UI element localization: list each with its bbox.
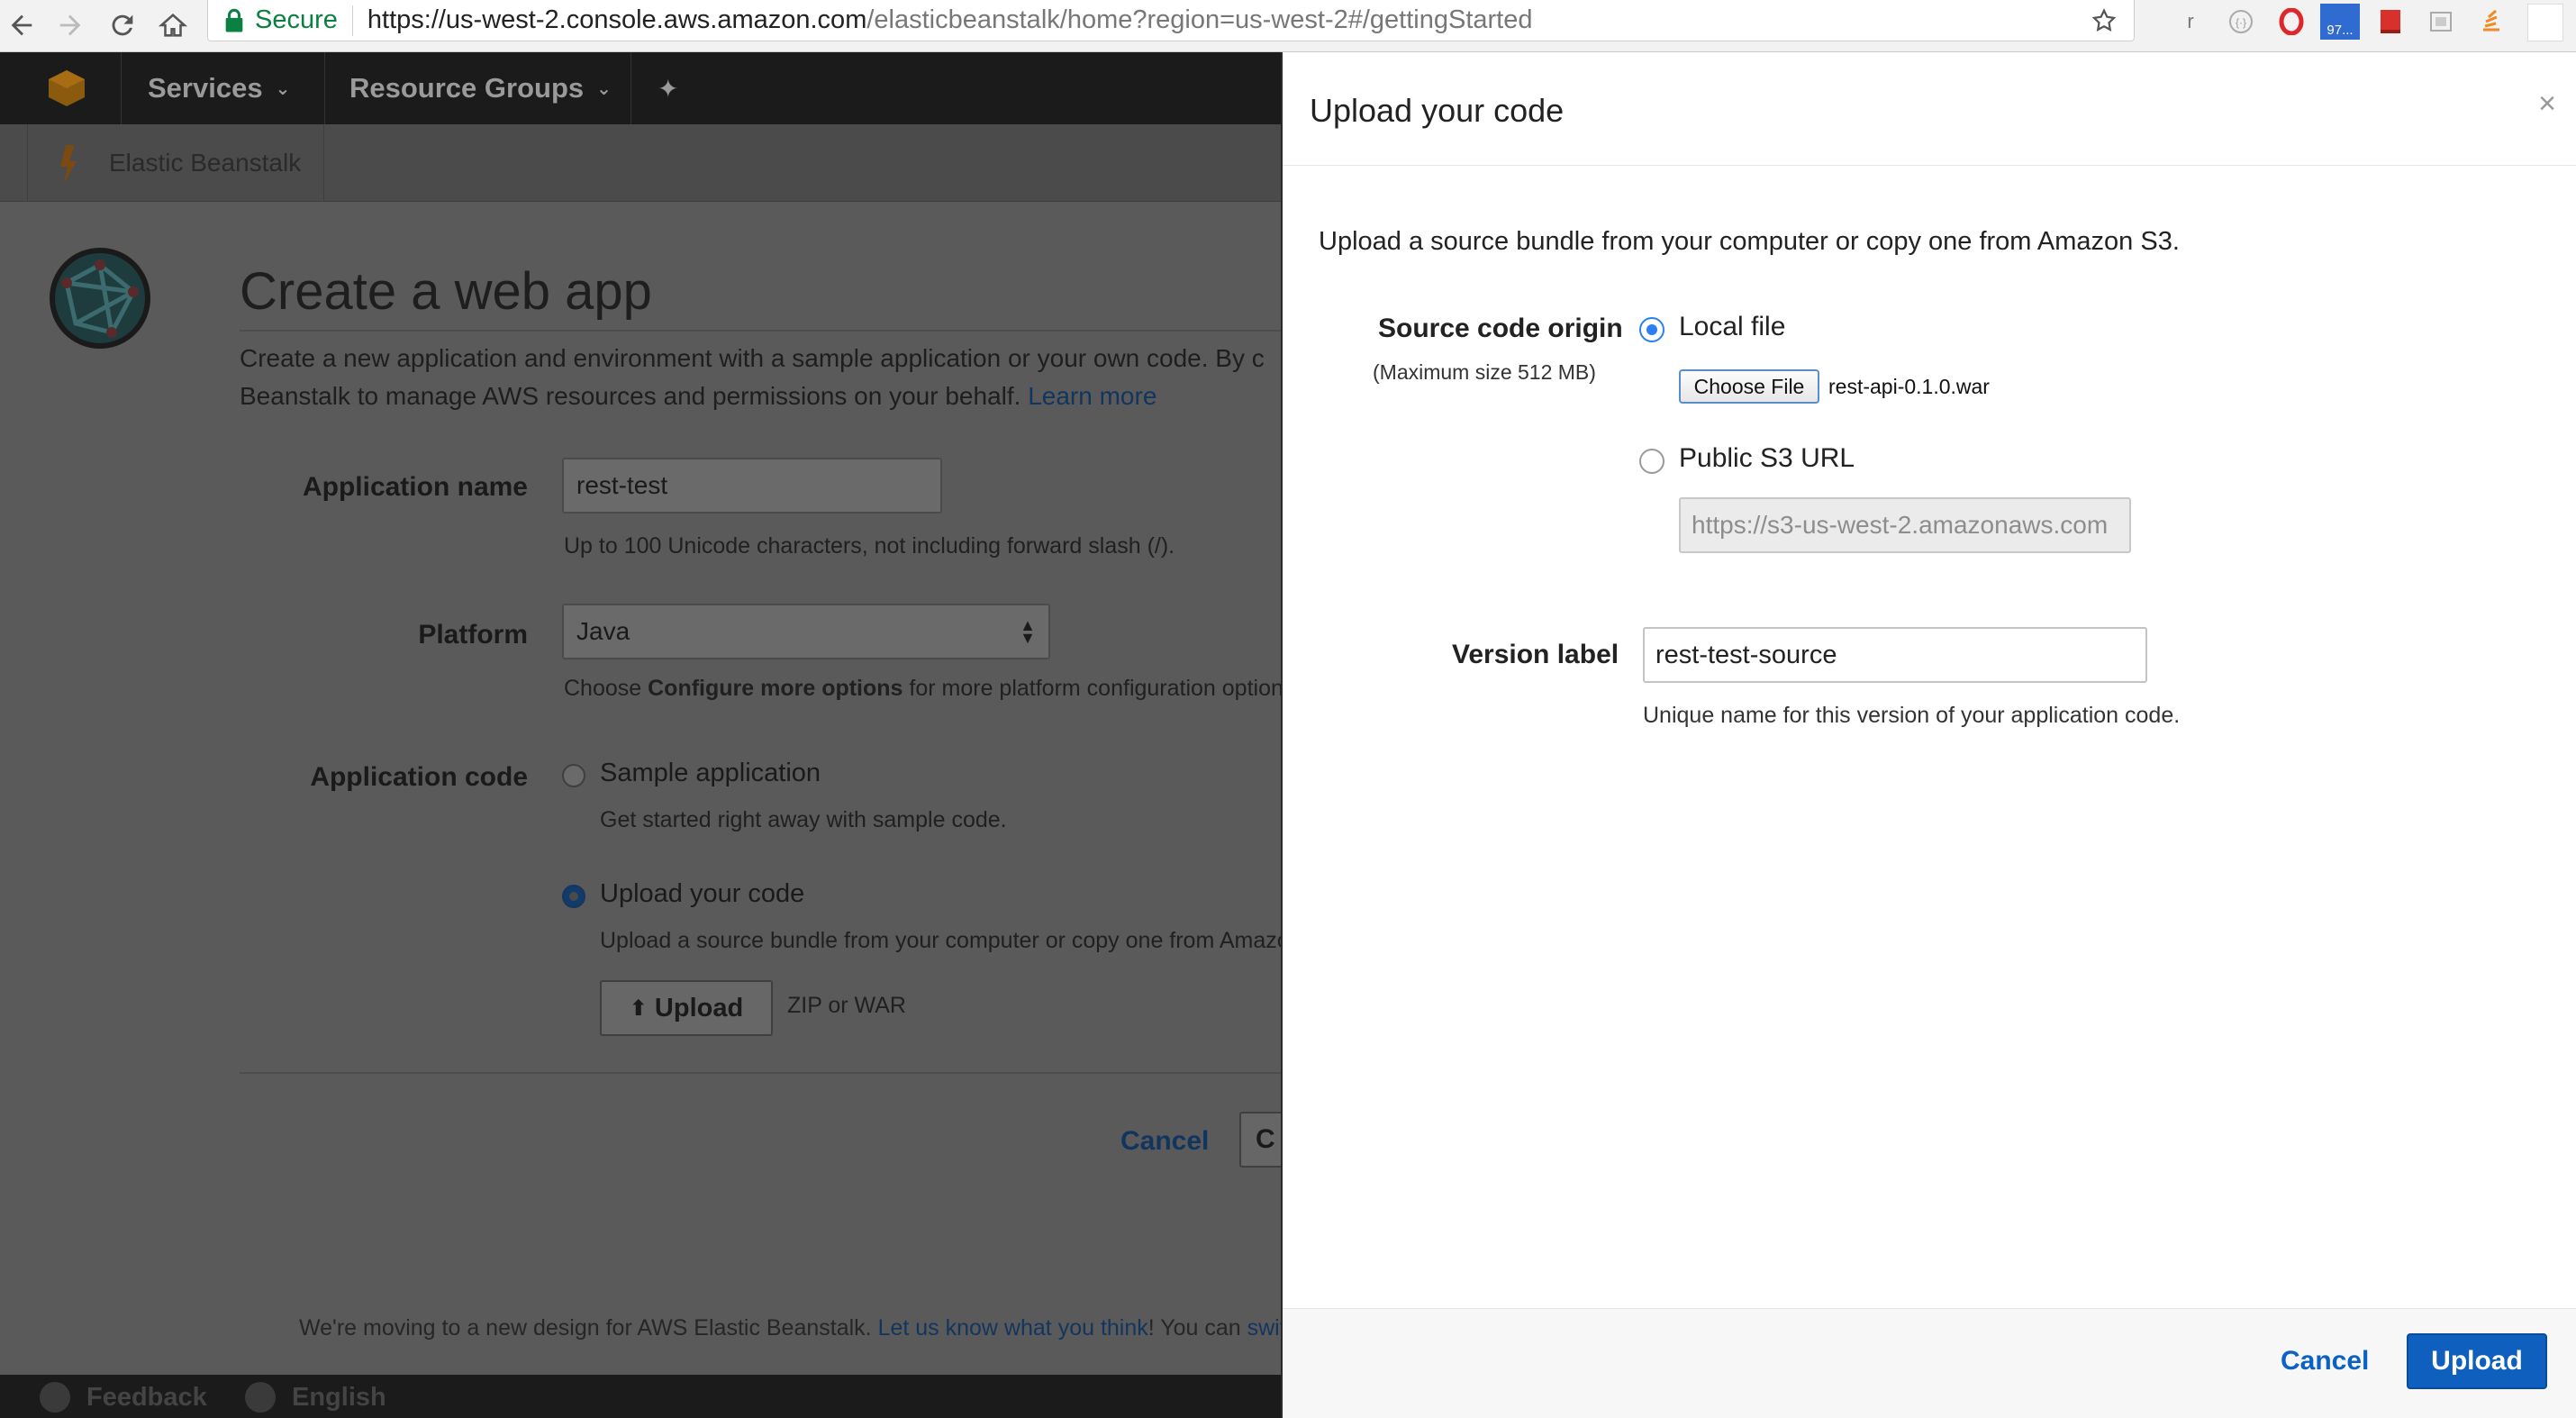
public-s3-url-label: Public S3 URL (1679, 443, 1855, 473)
chevron-down-icon: ⌄ (596, 78, 612, 99)
source-origin-sublabel: (Maximum size 512 MB) (1373, 360, 1596, 384)
version-label-input[interactable]: rest-test-source (1643, 627, 2147, 683)
upload-code-help: Upload a source bundle from your compute… (600, 928, 1302, 953)
page-intro-line1: Create a new application and environment… (240, 344, 1265, 372)
browser-toolbar: Secure https://us-west-2.console.aws.ama… (0, 0, 2576, 52)
sample-app-label: Sample application (600, 759, 821, 787)
platform-help: Choose Configure more options for more p… (564, 676, 1301, 702)
version-label: Version label (1452, 640, 1619, 669)
services-label: Services (148, 72, 263, 104)
extension-grid-icon[interactable] (2425, 5, 2457, 38)
url-host: https://us-west-2.console.aws.amazon.com (367, 5, 867, 34)
title-divider (240, 330, 1281, 332)
intro-text: Beanstalk to manage AWS resources and pe… (240, 382, 1021, 410)
resource-groups-label: Resource Groups (349, 72, 585, 104)
dialog-upload-button[interactable]: Upload (2407, 1333, 2547, 1389)
address-divider (351, 5, 353, 36)
chevron-down-icon: ⌄ (275, 78, 291, 99)
feedback-label: Feedback (86, 1382, 207, 1412)
platform-select[interactable]: Java ▲ ▼ (562, 604, 1050, 659)
dialog-title: Upload your code (1310, 92, 1565, 129)
app-name-input[interactable]: rest-test (562, 458, 942, 514)
local-file-label: Local file (1679, 312, 1786, 341)
app-name-help: Up to 100 Unicode characters, not includ… (564, 533, 1175, 559)
redesign-banner: We're moving to a new design for AWS Ela… (299, 1315, 1310, 1341)
language-selector[interactable]: English (245, 1382, 386, 1413)
page-title: Create a web app (240, 262, 652, 321)
upload-code-dialog: Upload your code × Upload a source bundl… (1281, 52, 2576, 1418)
url-path: /elasticbeanstalk/home?region=us-west-2#… (866, 5, 1533, 34)
select-arrows-icon: ▲ ▼ (1020, 616, 1036, 647)
platform-help-suffix: for more platform configuration options. (909, 676, 1302, 701)
extension-badge-icon[interactable]: 97... (2318, 4, 2362, 40)
upload-code-radio[interactable] (562, 885, 585, 908)
learn-more-link[interactable]: Learn more (1028, 382, 1156, 410)
platform-label: Platform (418, 620, 528, 650)
version-label-help: Unique name for this version of your app… (1643, 703, 2181, 728)
nav-divider (630, 52, 631, 124)
page-cancel-link[interactable]: Cancel (1120, 1126, 1209, 1157)
banner-feedback-link[interactable]: Let us know what you think (878, 1315, 1148, 1341)
feedback-icon (40, 1382, 70, 1413)
app-code-label: Application code (310, 762, 528, 792)
sample-app-help: Get started right away with sample code. (600, 807, 1007, 832)
app-name-label: Application name (302, 472, 528, 502)
banner-text: We're moving to a new design for AWS Ela… (299, 1315, 872, 1341)
bookmark-star-icon[interactable] (2091, 7, 2118, 34)
reload-icon[interactable] (104, 5, 141, 45)
extension-code-icon[interactable]: {·} (2225, 5, 2257, 38)
secure-label: Secure (255, 5, 338, 34)
services-menu[interactable]: Services ⌄ (148, 52, 290, 124)
public-s3-url-radio[interactable] (1639, 449, 1664, 474)
platform-value: Java (576, 617, 630, 645)
extension-stack-icon[interactable] (2475, 5, 2508, 38)
dialog-intro: Upload a source bundle from your compute… (1319, 227, 2180, 256)
bookmark-extension-icon[interactable] (2374, 5, 2407, 38)
beanstalk-globe-icon (49, 247, 151, 350)
extension-r-icon[interactable]: r (2174, 5, 2207, 38)
globe-icon (245, 1382, 276, 1413)
platform-help-prefix: Choose (564, 676, 642, 701)
service-name: Elastic Beanstalk (109, 149, 302, 177)
platform-help-bold: Configure more options (648, 676, 903, 701)
feedback-button[interactable]: Feedback (40, 1382, 207, 1413)
pin-icon[interactable]: ✦ (658, 52, 678, 124)
dialog-cancel-button[interactable]: Cancel (2281, 1346, 2369, 1377)
create-app-page: Create a web app Create a new applicatio… (0, 202, 1310, 1375)
banner-text-suffix: ! You can (1147, 1315, 1241, 1341)
upload-button[interactable]: ⬆ Upload (600, 980, 773, 1036)
form-divider (240, 1072, 1281, 1074)
aws-logo-icon[interactable] (45, 68, 88, 108)
address-bar[interactable]: Secure https://us-west-2.console.aws.ama… (207, 0, 2135, 41)
resource-groups-menu[interactable]: Resource Groups ⌄ (349, 52, 612, 124)
sample-app-radio[interactable] (562, 764, 585, 787)
console-footer: Feedback English (0, 1375, 1281, 1418)
chrome-menu-icon[interactable] (2527, 4, 2563, 41)
upload-code-label: Upload your code (600, 879, 805, 908)
back-icon[interactable] (4, 5, 40, 45)
svg-text:{·}: {·} (2236, 16, 2246, 29)
forward-icon[interactable] (52, 5, 88, 45)
dialog-footer (1283, 1308, 2576, 1418)
home-icon[interactable] (155, 5, 191, 45)
upload-button-label: Upload (654, 993, 744, 1023)
close-icon[interactable]: × (2538, 86, 2556, 122)
language-label: English (292, 1382, 386, 1412)
nav-divider (121, 52, 122, 124)
upload-icon: ⬆ (629, 995, 648, 1021)
dialog-header: Upload your code × (1283, 52, 2576, 166)
lock-icon (225, 8, 243, 32)
beanstalk-icon (60, 145, 77, 183)
source-origin-label: Source code origin (1378, 314, 1623, 343)
page-intro-line2: Beanstalk to manage AWS resources and pe… (240, 382, 1156, 411)
nav-divider (324, 52, 325, 124)
s3-url-input[interactable]: https://s3-us-west-2.amazonaws.com (1679, 497, 2131, 553)
local-file-radio[interactable] (1639, 317, 1664, 342)
choose-file-button[interactable]: Choose File (1679, 369, 1819, 404)
opera-extension-icon[interactable] (2275, 5, 2308, 38)
upload-format-hint: ZIP or WAR (787, 993, 906, 1018)
service-home-link[interactable]: Elastic Beanstalk (27, 124, 324, 202)
selected-file-name: rest-api-0.1.0.war (1828, 375, 1990, 398)
